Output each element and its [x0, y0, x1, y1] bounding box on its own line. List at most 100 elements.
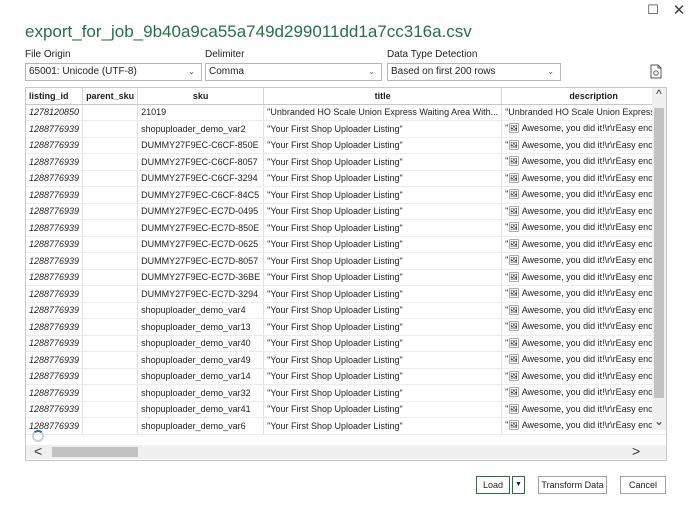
delimiter-select[interactable]: Comma ⌄: [205, 63, 382, 81]
table-cell-sku: shopuploader_demo_var6: [137, 417, 265, 435]
table-cell-title: "Your First Shop Uploader Listing": [263, 318, 503, 336]
table-cell-title: "Your First Shop Uploader Listing": [263, 335, 503, 352]
vertical-scrollbar[interactable]: ^ ⌄: [652, 87, 666, 430]
column-header[interactable]: parent_sku: [82, 88, 139, 105]
table-cell-description: "🖼 Awesome, you did it!\r\rEasy enough,: [501, 252, 666, 270]
table-cell-parent-sku: [82, 153, 139, 171]
table-cell-listing-id: 1278120850: [26, 104, 84, 121]
table-cell-sku: DUMMY27F9EC-EC7D-0625: [137, 236, 265, 253]
table-cell-sku: DUMMY27F9EC-EC7D-0495: [137, 203, 265, 220]
table-cell-sku: DUMMY27F9EC-C6CF-84C5: [137, 186, 265, 204]
table-cell-sku: DUMMY27F9EC-EC7D-3294: [137, 285, 265, 303]
table-cell-parent-sku: [82, 104, 139, 121]
column-header[interactable]: sku: [137, 88, 265, 105]
table-cell-description: "🖼 Awesome, you did it!\r\rEasy enough,: [501, 219, 666, 237]
file-origin-label: File Origin: [25, 49, 71, 60]
table-row: 1288776939 DUMMY27F9EC-C6CF-3294 "Your Fir…: [26, 170, 666, 187]
table-row: 1288776939 DUMMY27F9EC-C6CF-84C5 "Your Fir…: [26, 186, 666, 204]
load-dropdown-button[interactable]: ▼: [512, 476, 525, 494]
table-cell-title: "Your First Shop Uploader Listing": [263, 384, 503, 402]
table-cell-parent-sku: [82, 285, 139, 303]
scroll-up-icon[interactable]: ^: [652, 87, 666, 101]
detection-select[interactable]: Based on first 200 rows ⌄: [387, 63, 561, 81]
table-cell-listing-id: 1288776939: [26, 269, 84, 286]
table-cell-listing-id: 1288776939: [26, 302, 84, 319]
table-cell-parent-sku: [82, 335, 139, 352]
table-cell-title: "Your First Shop Uploader Listing": [263, 203, 503, 220]
table-cell-title: "Your First Shop Uploader Listing": [263, 120, 503, 138]
table-cell-sku: shopuploader_demo_var40: [137, 335, 265, 352]
table-row: 1288776939 DUMMY27F9EC-EC7D-0625 "Your Fir…: [26, 236, 666, 253]
table-cell-title: "Your First Shop Uploader Listing": [263, 401, 503, 418]
header-row: listing_id parent_sku sku title descript…: [26, 88, 666, 105]
table-row: 1278120850 21019 "Unbranded HO Scale Union…: [26, 104, 666, 121]
table-cell-parent-sku: [82, 219, 139, 237]
chevron-down-icon: ⌄: [188, 67, 195, 76]
table-cell-parent-sku: [82, 236, 139, 253]
table-cell-listing-id: 1288776939: [26, 351, 84, 369]
table-cell-parent-sku: [82, 120, 139, 138]
close-button[interactable]: ✕: [671, 2, 687, 19]
table-cell-parent-sku: [82, 186, 139, 204]
table-row: 1288776939 shopuploader_demo_var6 "Your Fi…: [26, 417, 666, 435]
table-cell-parent-sku: [82, 203, 139, 220]
table-cell-description: "🖼 Awesome, you did it!\r\rEasy enough,: [501, 186, 666, 204]
table-cell-title: "Your First Shop Uploader Listing": [263, 269, 503, 286]
table-cell-title: "Your First Shop Uploader Listing": [263, 351, 503, 369]
column-header[interactable]: listing_id: [26, 88, 84, 105]
table-cell-listing-id: 1288776939: [26, 236, 84, 253]
table-cell-parent-sku: [82, 137, 139, 154]
table-row: 1288776939 DUMMY27F9EC-EC7D-36BE "Your Fir…: [26, 269, 666, 286]
scroll-left-icon[interactable]: <: [34, 443, 42, 459]
table-cell-description: "🖼 Awesome, you did it!\r\rEasy enough,: [501, 351, 666, 369]
table-cell-sku: DUMMY27F9EC-C6CF-3294: [137, 170, 265, 187]
table-cell-listing-id: 1288776939: [26, 384, 84, 402]
table-cell-sku: shopuploader_demo_var13: [137, 318, 265, 336]
table-cell-description: "🖼 Awesome, you did it!\r\rEasy enough,: [501, 285, 666, 303]
table-cell-parent-sku: [82, 318, 139, 336]
table-row: 1288776939 DUMMY27F9EC-EC7D-0495 "Your Fir…: [26, 203, 666, 220]
table-cell-title: "Your First Shop Uploader Listing": [263, 153, 503, 171]
table-row: 1288776939 shopuploader_demo_var4 "Your Fi…: [26, 302, 666, 319]
scroll-down-icon[interactable]: ⌄: [652, 414, 666, 428]
horizontal-scroll-thumb[interactable]: [52, 447, 138, 457]
chevron-down-icon: ⌄: [547, 67, 554, 76]
column-header[interactable]: title: [263, 88, 503, 105]
table-cell-listing-id: 1288776939: [26, 219, 84, 237]
horizontal-scrollbar[interactable]: < >: [26, 443, 652, 459]
vertical-scroll-thumb[interactable]: [654, 108, 664, 398]
maximize-button[interactable]: ☐: [645, 2, 661, 18]
table-cell-listing-id: 1288776939: [26, 203, 84, 220]
table-row: 1288776939 shopuploader_demo_var13 "Your F…: [26, 318, 666, 336]
file-origin-value: 65001: Unicode (UTF-8): [29, 66, 137, 77]
column-header[interactable]: description: [501, 88, 666, 105]
table-cell-description: "🖼 Awesome, you did it!\r\rEasy enough,: [501, 302, 666, 319]
scroll-right-icon[interactable]: >: [632, 443, 640, 459]
table-cell-description: "🖼 Awesome, you did it!\r\rEasy enough,: [501, 153, 666, 171]
table-cell-parent-sku: [82, 368, 139, 385]
delimiter-label: Delimiter: [205, 49, 245, 60]
table-cell-description: "Unbranded HO Scale Union Express Waitin: [501, 104, 666, 121]
table-cell-title: "Your First Shop Uploader Listing": [263, 302, 503, 319]
loading-spinner-icon: [32, 430, 44, 442]
table-cell-parent-sku: [82, 417, 139, 435]
table-cell-title: "Your First Shop Uploader Listing": [263, 417, 503, 435]
table-cell-description: "🖼 Awesome, you did it!\r\rEasy enough,: [501, 318, 666, 336]
table-cell-description: "🖼 Awesome, you did it!\r\rEasy enough,: [501, 170, 666, 187]
load-button[interactable]: Load: [476, 476, 510, 494]
table-row: 1288776939 DUMMY27F9EC-EC7D-8057 "Your Fir…: [26, 252, 666, 270]
document-refresh-icon[interactable]: [650, 64, 662, 79]
table-cell-parent-sku: [82, 401, 139, 418]
transform-data-button[interactable]: Transform Data: [538, 476, 607, 494]
table-cell-sku: DUMMY27F9EC-EC7D-36BE: [137, 269, 265, 286]
table-cell-title: "Your First Shop Uploader Listing": [263, 219, 503, 237]
scroll-corner: [652, 445, 666, 459]
table-cell-parent-sku: [82, 351, 139, 369]
file-origin-select[interactable]: 65001: Unicode (UTF-8) ⌄: [25, 63, 202, 81]
table-cell-listing-id: 1288776939: [26, 153, 84, 171]
table-cell-title: "Your First Shop Uploader Listing": [263, 170, 503, 187]
table-cell-listing-id: 1288776939: [26, 170, 84, 187]
detection-value: Based on first 200 rows: [391, 66, 496, 77]
table-cell-sku: shopuploader_demo_var49: [137, 351, 265, 369]
cancel-button[interactable]: Cancel: [620, 476, 666, 494]
